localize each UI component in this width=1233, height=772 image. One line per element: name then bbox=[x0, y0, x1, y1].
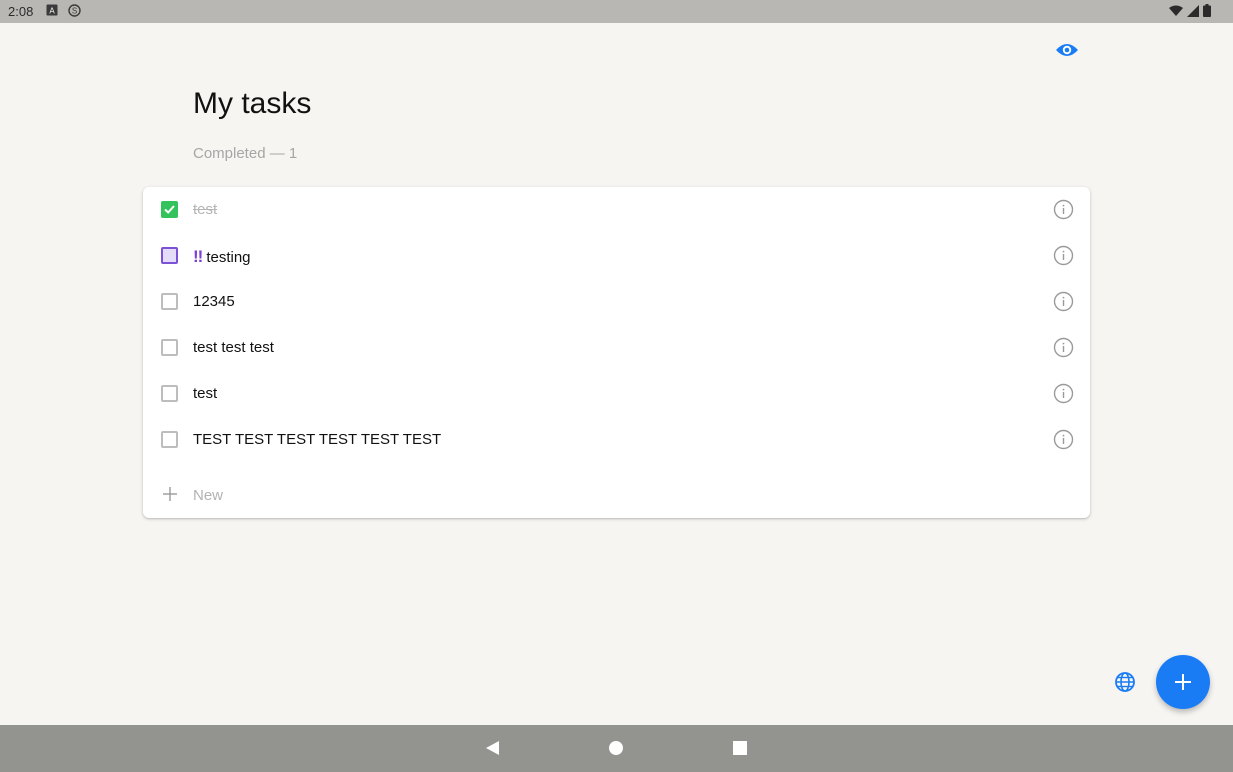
task-label[interactable]: TEST TEST TEST TEST TEST TEST bbox=[193, 431, 441, 448]
task-list: test !! testing 12345 test test test tes… bbox=[143, 187, 1090, 518]
add-task-button[interactable] bbox=[1156, 655, 1210, 709]
a-square-icon: A bbox=[46, 4, 60, 18]
info-icon[interactable] bbox=[1053, 429, 1074, 450]
plus-icon bbox=[161, 485, 179, 503]
app-content: My tasks Completed — 1 test !! testing 12… bbox=[0, 23, 1233, 725]
globe-icon bbox=[1114, 672, 1136, 697]
new-task-input[interactable]: New bbox=[193, 487, 223, 504]
task-checkbox[interactable] bbox=[161, 431, 178, 448]
task-checkbox[interactable] bbox=[161, 247, 178, 264]
task-row[interactable]: test test test bbox=[143, 325, 1090, 371]
language-button[interactable] bbox=[1114, 671, 1136, 693]
info-icon[interactable] bbox=[1053, 383, 1074, 404]
new-task-row[interactable]: New bbox=[143, 473, 1090, 515]
task-label[interactable]: 12345 bbox=[193, 293, 235, 310]
completed-count[interactable]: Completed — 1 bbox=[193, 145, 297, 162]
info-icon[interactable] bbox=[1053, 337, 1074, 358]
status-bar: 2:08 A S bbox=[0, 0, 1233, 23]
svg-text:A: A bbox=[49, 7, 55, 16]
task-checkbox[interactable] bbox=[161, 339, 178, 356]
task-checkbox[interactable] bbox=[161, 385, 178, 402]
s-circle-icon: S bbox=[68, 4, 82, 18]
status-time: 2:08 bbox=[8, 4, 34, 19]
task-row[interactable]: TEST TEST TEST TEST TEST TEST bbox=[143, 417, 1090, 463]
priority-marker: !! bbox=[193, 247, 203, 266]
info-icon[interactable] bbox=[1053, 199, 1074, 220]
navigation-bar bbox=[0, 725, 1233, 772]
recents-icon[interactable] bbox=[731, 739, 749, 757]
svg-text:S: S bbox=[72, 7, 77, 16]
task-row[interactable]: 12345 bbox=[143, 279, 1090, 325]
info-icon[interactable] bbox=[1053, 291, 1074, 312]
wifi-icon bbox=[1169, 5, 1183, 20]
home-icon[interactable] bbox=[607, 739, 625, 757]
task-row[interactable]: test bbox=[143, 371, 1090, 417]
task-label: testing bbox=[206, 249, 251, 266]
task-label-wrap[interactable]: !! testing bbox=[193, 247, 251, 267]
task-label[interactable]: test test test bbox=[193, 339, 274, 356]
eye-icon bbox=[1055, 44, 1079, 64]
task-label[interactable]: test bbox=[193, 201, 217, 218]
toggle-completed-visibility-button[interactable] bbox=[1055, 40, 1079, 60]
task-label[interactable]: test bbox=[193, 385, 217, 402]
cell-signal-icon bbox=[1187, 4, 1199, 20]
task-checkbox[interactable] bbox=[161, 201, 178, 218]
task-checkbox[interactable] bbox=[161, 293, 178, 310]
task-row[interactable]: !! testing bbox=[143, 233, 1090, 279]
info-icon[interactable] bbox=[1053, 245, 1074, 266]
task-row[interactable]: test bbox=[143, 187, 1090, 233]
back-icon[interactable] bbox=[484, 739, 502, 757]
battery-icon bbox=[1203, 4, 1211, 20]
page-title: My tasks bbox=[193, 87, 312, 120]
